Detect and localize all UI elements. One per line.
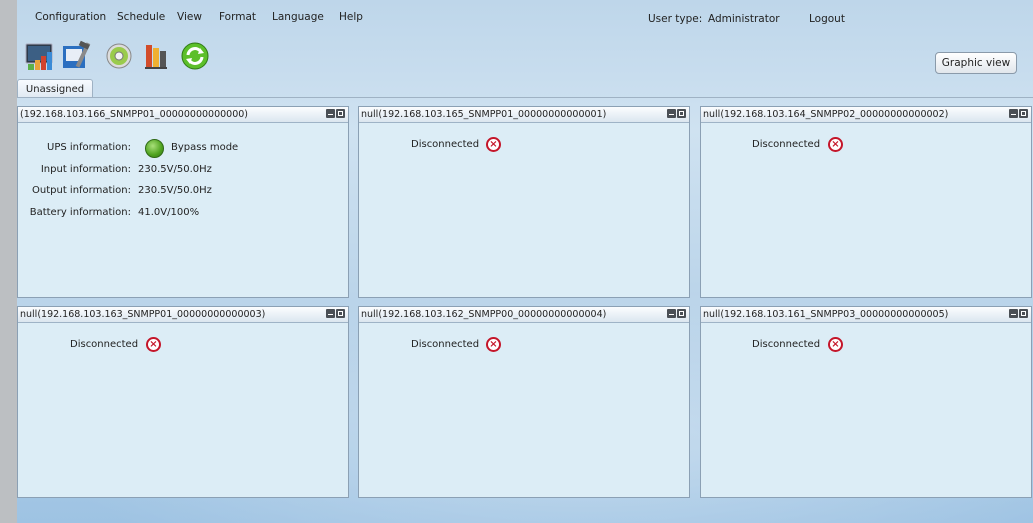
ups-info-label: UPS information: <box>47 142 131 153</box>
panel-title: null(192.168.103.162_SNMPP00_00000000000… <box>361 309 607 320</box>
logout-link[interactable]: Logout <box>809 13 845 25</box>
menu-format[interactable]: Format <box>219 11 256 23</box>
maximize-icon[interactable] <box>1019 109 1028 118</box>
app-window: Configuration Schedule View Format Langu… <box>17 0 1033 523</box>
user-type-value: Administrator <box>708 13 780 25</box>
minimize-icon[interactable] <box>1009 309 1018 318</box>
panel-title-bar: null(192.168.103.163_SNMPP01_00000000000… <box>18 307 348 323</box>
menu-language[interactable]: Language <box>272 11 324 23</box>
ups-panel-3: null(192.168.103.164_SNMPP02_00000000000… <box>700 106 1032 298</box>
error-icon: × <box>486 337 501 352</box>
tab-divider <box>17 97 1033 98</box>
battery-info-value: 41.0V/100% <box>138 207 200 218</box>
battery-info-label: Battery information: <box>29 207 131 218</box>
disc-icon[interactable] <box>103 40 135 72</box>
input-info-value: 230.5V/50.0Hz <box>138 164 212 175</box>
user-type-label: User type: <box>648 13 703 25</box>
minimize-icon[interactable] <box>667 109 676 118</box>
panel-title-bar: null(192.168.103.164_SNMPP02_00000000000… <box>701 107 1031 123</box>
panel-title: null(192.168.103.163_SNMPP01_00000000000… <box>20 309 266 320</box>
minimize-icon[interactable] <box>326 309 335 318</box>
error-icon: × <box>486 137 501 152</box>
minimize-icon[interactable] <box>667 309 676 318</box>
output-info-label: Output information: <box>32 185 131 196</box>
minimize-icon[interactable] <box>1009 109 1018 118</box>
menu-configuration[interactable]: Configuration <box>35 11 106 23</box>
graphic-view-button[interactable]: Graphic view <box>935 52 1017 74</box>
panel-title: null(192.168.103.165_SNMPP01_00000000000… <box>361 109 607 120</box>
minimize-icon[interactable] <box>326 109 335 118</box>
panel-title-bar: null(192.168.103.161_SNMPP03_00000000000… <box>701 307 1031 323</box>
panel-title: null(192.168.103.161_SNMPP03_00000000000… <box>703 309 949 320</box>
disconnected-status: Disconnected <box>752 339 821 350</box>
menu-schedule[interactable]: Schedule <box>117 11 165 23</box>
maximize-icon[interactable] <box>336 109 345 118</box>
maximize-icon[interactable] <box>336 309 345 318</box>
maximize-icon[interactable] <box>677 309 686 318</box>
menu-view[interactable]: View <box>177 11 202 23</box>
input-info-label: Input information: <box>40 164 131 175</box>
output-info-value: 230.5V/50.0Hz <box>138 185 212 196</box>
panel-title: (192.168.103.166_SNMPP01_00000000000000) <box>20 109 248 120</box>
error-icon: × <box>146 337 161 352</box>
menu-bar: Configuration Schedule View Format Langu… <box>17 0 1033 30</box>
panel-title-bar: null(192.168.103.165_SNMPP01_00000000000… <box>359 107 689 123</box>
panel-title: null(192.168.103.164_SNMPP02_00000000000… <box>703 109 949 120</box>
disconnected-status: Disconnected <box>70 339 139 350</box>
ups-panel-6: null(192.168.103.161_SNMPP03_00000000000… <box>700 306 1032 498</box>
error-icon: × <box>828 337 843 352</box>
menu-help[interactable]: Help <box>339 11 363 23</box>
monitor-icon[interactable] <box>24 40 56 72</box>
tab-unassigned[interactable]: Unassigned <box>17 79 93 98</box>
disconnected-status: Disconnected <box>411 339 480 350</box>
tools-icon[interactable] <box>61 40 93 72</box>
panel-title-bar: null(192.168.103.162_SNMPP00_00000000000… <box>359 307 689 323</box>
battery-icon[interactable] <box>140 40 172 72</box>
disconnected-status: Disconnected <box>411 139 480 150</box>
ups-panel-1: (192.168.103.166_SNMPP01_00000000000000)… <box>17 106 349 298</box>
error-icon: × <box>828 137 843 152</box>
refresh-icon[interactable] <box>179 40 211 72</box>
disconnected-status: Disconnected <box>752 139 821 150</box>
ups-panel-2: null(192.168.103.165_SNMPP01_00000000000… <box>358 106 690 298</box>
ups-panel-4: null(192.168.103.163_SNMPP01_00000000000… <box>17 306 349 498</box>
ups-panel-5: null(192.168.103.162_SNMPP00_00000000000… <box>358 306 690 498</box>
maximize-icon[interactable] <box>677 109 686 118</box>
maximize-icon[interactable] <box>1019 309 1028 318</box>
status-ok-icon <box>145 139 164 158</box>
ups-info-value: Bypass mode <box>171 142 239 153</box>
panel-title-bar: (192.168.103.166_SNMPP01_00000000000000) <box>18 107 348 123</box>
